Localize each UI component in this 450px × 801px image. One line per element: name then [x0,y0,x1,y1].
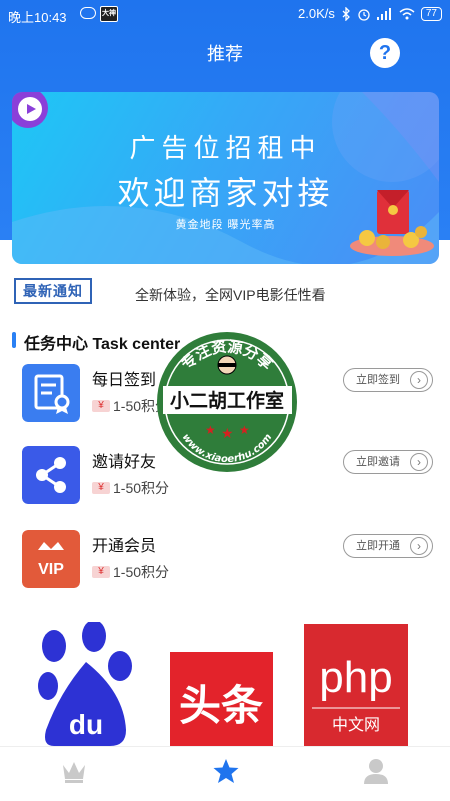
star-icon: ★ [239,423,250,437]
watermark-stamp: 专注资源分享 小二胡工作室 ★ ★ ★ www.xiaoerhu.com [157,332,297,472]
notice-bar[interactable]: 最新通知 全新体验，全网VIP电影任性看 [0,270,450,316]
signal-icon [376,7,391,20]
svg-text:VIP: VIP [38,561,64,578]
star-icon: ★ [221,425,234,441]
open-vip-button[interactable]: 立即开通 › [343,534,433,558]
invite-button[interactable]: 立即邀请 › [343,450,433,474]
coin-icon: ¥ [92,482,110,494]
baidu-logo[interactable]: du [38,620,132,746]
bottom-tab-bar [0,746,450,801]
alarm-icon [358,8,370,21]
baidu-text: du [69,709,103,740]
php-subtext: 中文网 [332,715,380,734]
app-badge: 大神 [100,6,118,22]
task-name: 每日签到 [92,372,157,389]
help-button[interactable]: ? [370,38,400,68]
chevron-right-icon: › [410,371,428,389]
battery-indicator: 77 [420,6,442,21]
ads-svg: du 头条 php 中文网 [38,620,408,752]
task-reward: ¥ 1-50积分 [92,562,169,582]
section-accent-bar [12,332,16,348]
status-time: 晚上10:43 [8,10,67,25]
network-speed: 2.0K/s [298,6,335,21]
task-name: 邀请好友 [92,454,157,471]
certificate-icon [22,364,80,422]
reward-text: 1-50积分 [113,564,170,580]
cloud-icon [80,7,96,19]
promo-banner[interactable]: 广告位招租中 欢迎商家对接 黄金地段 曝光率高 [12,92,439,264]
reward-text: 1-50积分 [113,480,170,496]
task-item[interactable]: VIP 开通会员 ¥ 1-50积分 立即开通 › [0,530,450,600]
coin-icon: ¥ [92,566,110,578]
php-logo[interactable]: php 中文网 [304,624,408,752]
notice-badge: 最新通知 [14,278,92,304]
crown-icon[interactable] [60,757,88,785]
status-bar: 晚上10:43 大神 2.0K/s 77 [0,0,450,30]
bluetooth-icon [342,6,350,21]
share-icon [22,446,80,504]
star-icon: ★ [205,423,216,437]
partner-ads: du 头条 php 中文网 [0,620,450,752]
task-reward: ¥ 1-50积分 [92,478,169,498]
banner-line-1: 广告位招租中 [129,133,322,163]
php-text: php [319,653,392,702]
chevron-right-icon: › [410,537,428,555]
watermark-middle: 小二胡工作室 [170,389,284,412]
coin-icon: ¥ [92,400,110,412]
toutiao-text: 头条 [179,681,263,730]
sign-in-button[interactable]: 立即签到 › [343,368,433,392]
status-right: 2.0K/s 77 [298,6,442,21]
user-icon[interactable] [362,757,390,785]
star-icon[interactable] [212,757,240,785]
vip-icon: VIP [22,530,80,588]
button-label: 立即签到 [356,374,400,386]
chevron-right-icon: › [410,453,428,471]
task-name: 开通会员 [92,538,157,555]
red-envelope-icon [350,190,434,256]
wifi-icon [399,7,415,19]
notice-text[interactable]: 全新体验，全网VIP电影任性看 [135,285,326,305]
button-label: 立即开通 [356,540,400,552]
toutiao-logo[interactable]: 头条 [170,652,273,752]
button-label: 立即邀请 [356,456,400,468]
